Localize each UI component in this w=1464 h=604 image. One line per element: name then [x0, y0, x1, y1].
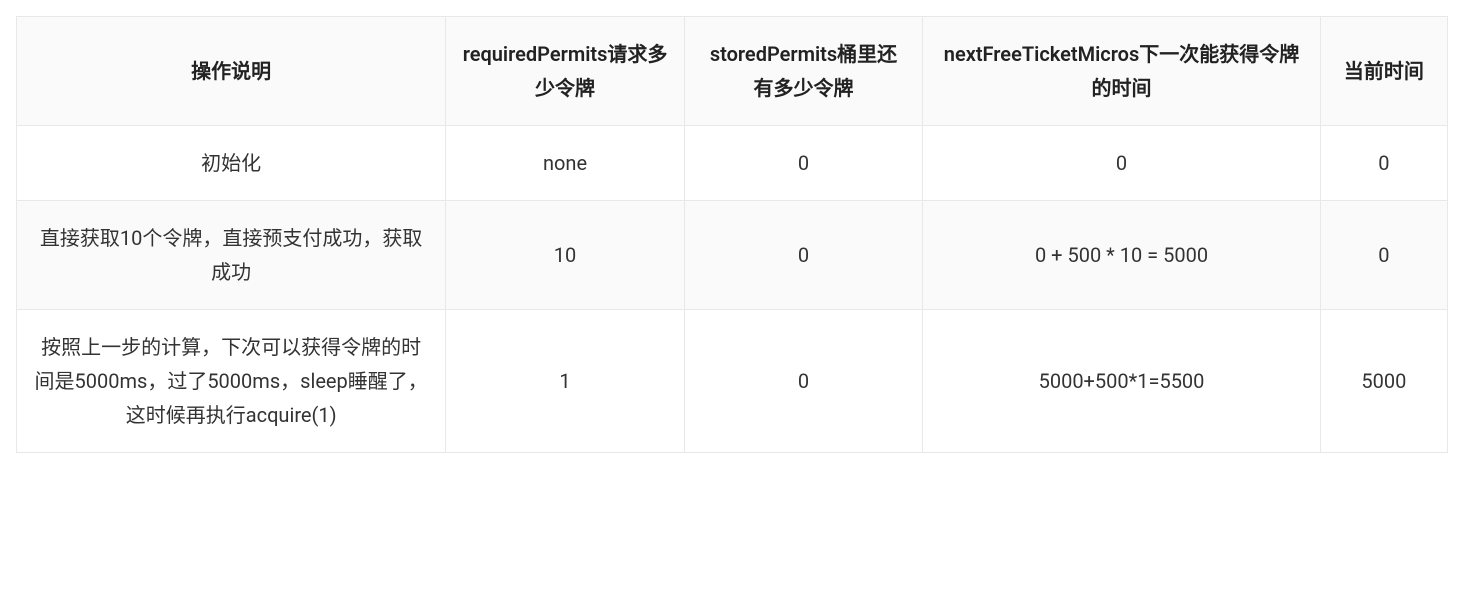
- header-current-time: 当前时间: [1320, 17, 1447, 126]
- header-stored-permits: storedPermits桶里还有多少令牌: [684, 17, 922, 126]
- rate-limiter-table: 操作说明 requiredPermits请求多少令牌 storedPermits…: [16, 16, 1448, 453]
- header-operation: 操作说明: [17, 17, 446, 126]
- table-header-row: 操作说明 requiredPermits请求多少令牌 storedPermits…: [17, 17, 1448, 126]
- table-row: 按照上一步的计算，下次可以获得令牌的时间是5000ms，过了5000ms，sle…: [17, 310, 1448, 453]
- table-row: 初始化 none 0 0 0: [17, 126, 1448, 201]
- cell-required-permits: 10: [446, 201, 684, 310]
- cell-stored-permits: 0: [684, 201, 922, 310]
- cell-current-time: 5000: [1320, 310, 1447, 453]
- cell-next-free-ticket: 0: [923, 126, 1321, 201]
- cell-next-free-ticket: 5000+500*1=5500: [923, 310, 1321, 453]
- cell-stored-permits: 0: [684, 310, 922, 453]
- cell-stored-permits: 0: [684, 126, 922, 201]
- cell-current-time: 0: [1320, 126, 1447, 201]
- header-next-free-ticket: nextFreeTicketMicros下一次能获得令牌的时间: [923, 17, 1321, 126]
- cell-operation: 初始化: [17, 126, 446, 201]
- cell-current-time: 0: [1320, 201, 1447, 310]
- cell-operation: 按照上一步的计算，下次可以获得令牌的时间是5000ms，过了5000ms，sle…: [17, 310, 446, 453]
- header-required-permits: requiredPermits请求多少令牌: [446, 17, 684, 126]
- cell-required-permits: none: [446, 126, 684, 201]
- cell-required-permits: 1: [446, 310, 684, 453]
- table-row: 直接获取10个令牌，直接预支付成功，获取成功 10 0 0 + 500 * 10…: [17, 201, 1448, 310]
- cell-operation: 直接获取10个令牌，直接预支付成功，获取成功: [17, 201, 446, 310]
- cell-next-free-ticket: 0 + 500 * 10 = 5000: [923, 201, 1321, 310]
